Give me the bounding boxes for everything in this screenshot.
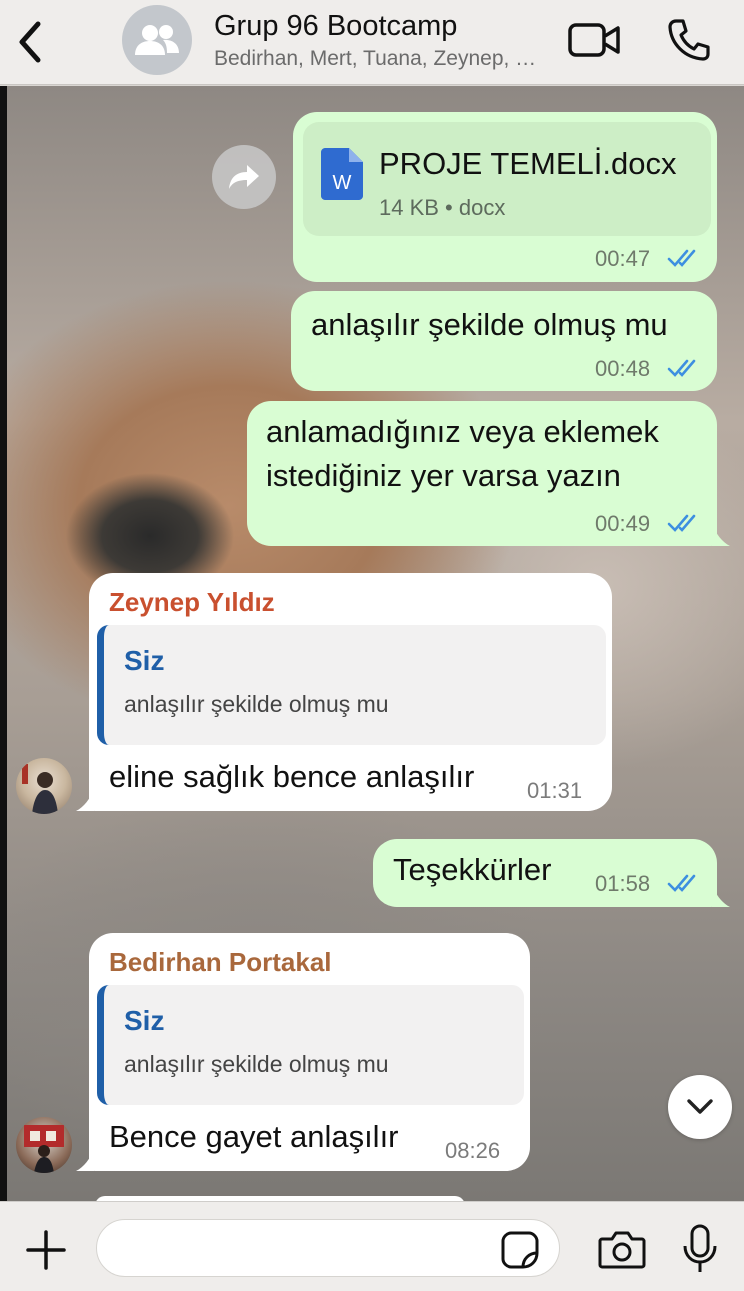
camera-icon (598, 1231, 646, 1269)
read-receipt-icon (667, 514, 696, 532)
phone-icon (668, 19, 710, 61)
message-text: Teşekkürler (393, 852, 552, 887)
video-call-button[interactable] (566, 18, 622, 62)
avatar-image (24, 1125, 64, 1173)
svg-text:W: W (333, 172, 352, 194)
chevron-down-icon (687, 1099, 713, 1114)
message-input[interactable] (96, 1219, 560, 1277)
incoming-message[interactable]: Zeynep Yıldız Siz anlaşılır şekilde olmu… (89, 573, 612, 811)
message-text-line: istediğiniz yer varsa yazın (266, 458, 621, 493)
video-call-icon (568, 23, 620, 57)
voice-call-button[interactable] (664, 16, 714, 64)
quote-author: Siz (124, 1005, 165, 1036)
message-time: 00:49 (595, 511, 651, 536)
quote-author: Siz (124, 645, 165, 676)
message-time: 00:47 (595, 246, 651, 271)
plus-icon (26, 1230, 66, 1270)
group-avatar[interactable] (122, 5, 192, 75)
document-card[interactable]: W PROJE TEMELİ.docx 14 KB • docx (303, 122, 711, 236)
quoted-message[interactable]: Siz anlaşılır şekilde olmuş mu (97, 625, 606, 745)
microphone-icon (683, 1224, 717, 1272)
outgoing-message[interactable]: Teşekkürler 01:58 (373, 839, 717, 907)
sender-name: Bedirhan Portakal (109, 947, 332, 977)
chat-members[interactable]: Bedirhan, Mert, Tuana, Zeynep, Siz (214, 47, 544, 71)
message-text: anlaşılır şekilde olmuş mu (311, 307, 668, 342)
scroll-to-bottom-button[interactable] (668, 1075, 732, 1139)
word-document-icon: W (321, 148, 363, 200)
document-meta: 14 KB • docx (379, 195, 506, 220)
chat-header: Grup 96 Bootcamp Bedirhan, Mert, Tuana, … (0, 0, 744, 85)
quote-text: anlaşılır şekilde olmuş mu (124, 691, 389, 717)
bubble-tail (76, 789, 94, 811)
wallpaper-edge (0, 86, 7, 1201)
chat-title[interactable]: Grup 96 Bootcamp (214, 10, 457, 43)
message-composer (0, 1201, 744, 1291)
bubble-tail (76, 1149, 94, 1171)
message-time: 01:58 (595, 871, 651, 896)
back-button[interactable] (12, 18, 48, 66)
quoted-message[interactable]: Siz anlaşılır şekilde olmuş mu (97, 985, 524, 1105)
sender-name: Zeynep Yıldız (109, 587, 275, 617)
outgoing-message[interactable]: anlaşılır şekilde olmuş mu 00:48 (291, 291, 717, 391)
forward-button[interactable] (212, 145, 276, 209)
sender-avatar[interactable] (16, 1117, 72, 1173)
message-text: Bence gayet anlaşılır (109, 1119, 399, 1154)
back-chevron-icon (19, 21, 41, 63)
document-message[interactable]: W PROJE TEMELİ.docx 14 KB • docx 00:47 (293, 112, 717, 282)
sticker-button[interactable] (498, 1228, 542, 1272)
outgoing-message[interactable]: anlamadığınız veya eklemek istediğiniz y… (247, 401, 717, 546)
message-time: 00:48 (595, 356, 651, 381)
message-time: 08:26 (445, 1138, 501, 1163)
attach-button[interactable] (22, 1226, 70, 1274)
avatar-image (22, 764, 58, 814)
bubble-tail (712, 524, 730, 546)
read-receipt-icon (667, 359, 696, 377)
bubble-tail (712, 885, 730, 907)
document-name: PROJE TEMELİ.docx (379, 146, 677, 181)
camera-button[interactable] (596, 1226, 648, 1272)
incoming-message[interactable]: Bedirhan Portakal Siz anlaşılır şekilde … (89, 933, 530, 1171)
message-text-line: anlamadığınız veya eklemek (266, 414, 659, 449)
message-text: eline sağlık bence anlaşılır (109, 759, 475, 794)
read-receipt-icon (667, 249, 696, 267)
forward-icon (229, 165, 259, 189)
sticker-icon (501, 1231, 539, 1269)
read-receipt-icon (667, 874, 696, 892)
quote-text: anlaşılır şekilde olmuş mu (124, 1051, 389, 1077)
group-avatar-icon (135, 25, 179, 55)
microphone-button[interactable] (678, 1222, 722, 1276)
message-time: 01:31 (527, 778, 583, 803)
sender-avatar[interactable] (16, 758, 72, 814)
